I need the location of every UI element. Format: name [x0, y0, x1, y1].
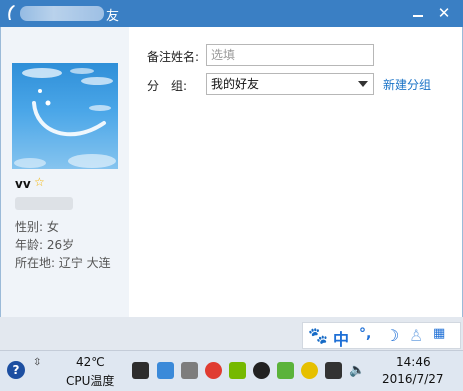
tray-app-icon[interactable]	[132, 362, 149, 379]
tray-netease-icon[interactable]	[205, 362, 222, 379]
ime-mode[interactable]: 中	[333, 326, 349, 350]
star-icon: ☆	[34, 175, 45, 189]
volume-icon[interactable]: 🔈	[349, 362, 366, 379]
group-label-a: 分	[147, 79, 160, 93]
minimize-button[interactable]	[405, 0, 431, 27]
avatar-image	[14, 68, 116, 168]
remark-input[interactable]: 选填	[206, 44, 374, 66]
punctuation-icon[interactable]: °,	[359, 326, 371, 342]
tray-nvidia-icon[interactable]	[229, 362, 246, 379]
grid-icon[interactable]: ▦	[433, 326, 445, 341]
cpu-temperature: 42℃	[76, 355, 105, 369]
group-select[interactable]: 我的好友	[206, 73, 374, 95]
qq-logo-icon	[8, 5, 15, 20]
dropdown-arrow-icon	[358, 81, 368, 87]
title-redacted	[20, 6, 104, 21]
location-info: 所在地: 辽宁 大连	[15, 256, 111, 270]
group-label-b: 组:	[171, 79, 188, 93]
age-info: 年龄: 26岁	[15, 238, 75, 252]
nickname: vv	[15, 177, 31, 191]
clock-date[interactable]: 2016/7/27	[382, 372, 444, 386]
help-icon[interactable]: ?	[7, 361, 25, 379]
ime-toolbar: 🐾 中 °, ☽ ♙ ▦	[302, 322, 461, 349]
clock-time[interactable]: 14:46	[396, 355, 431, 369]
tray-network-icon[interactable]	[325, 362, 342, 379]
taskbar: ? ⇳ 42℃ CPU温度 🔈 14:46 2016/7/27	[0, 350, 463, 391]
remark-label: 备注姓名:	[147, 50, 200, 64]
new-group-link[interactable]: 新建分组	[383, 76, 431, 93]
tray-expand-icon[interactable]: ⇳	[33, 357, 41, 368]
avatar[interactable]	[12, 63, 118, 169]
paw-icon[interactable]: 🐾	[308, 326, 328, 345]
tray-plus-icon[interactable]	[301, 362, 318, 379]
moon-icon[interactable]: ☽	[385, 326, 399, 345]
tray-cube-icon[interactable]	[157, 362, 174, 379]
cpu-label: CPU温度	[66, 374, 115, 388]
tray-shield-icon[interactable]	[277, 362, 294, 379]
close-button[interactable]: ✕	[431, 0, 457, 27]
group-select-value: 我的好友	[211, 77, 260, 91]
tray-user-icon[interactable]	[181, 362, 198, 379]
tray-qq-icon[interactable]	[253, 362, 270, 379]
redacted-text	[15, 197, 73, 210]
window-title: 友	[106, 9, 120, 24]
user-icon[interactable]: ♙	[409, 326, 423, 345]
title-bar: 友 ✕	[0, 0, 463, 27]
gender-info: 性别: 女	[15, 220, 59, 234]
